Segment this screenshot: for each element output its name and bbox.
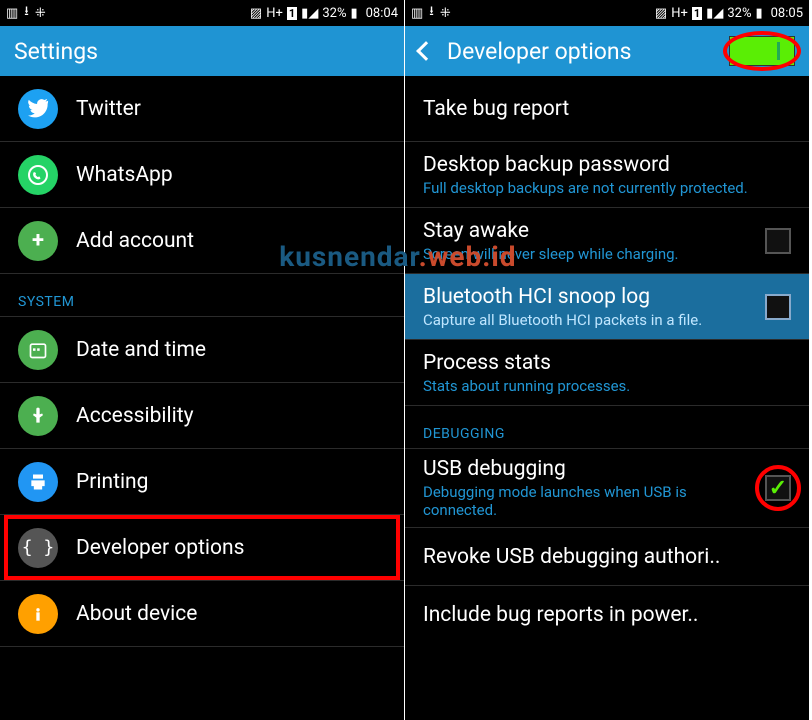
screenshot-icon: ▥	[6, 6, 18, 21]
back-icon[interactable]	[416, 41, 436, 61]
battery-pct: 32%	[322, 6, 346, 21]
data-icon: H+	[671, 6, 688, 21]
item-label: Printing	[76, 470, 346, 494]
item-title: Desktop backup password	[423, 153, 751, 177]
settings-item-about-device[interactable]: About device	[0, 581, 404, 647]
item-label: WhatsApp	[76, 163, 346, 187]
checkbox-usb-debugging[interactable]	[765, 475, 791, 501]
devoptions-list: Take bug report Desktop backup password …	[405, 76, 809, 644]
mute-icon: ▨	[655, 6, 667, 21]
item-label: Developer options	[76, 536, 346, 560]
bbm-icon: ⁜	[35, 6, 46, 21]
item-bluetooth-hci-snoop[interactable]: Bluetooth HCI snoop log Capture all Blue…	[405, 274, 809, 340]
settings-item-developer-options[interactable]: { } Developer options	[0, 515, 404, 581]
checkbox-bt-snoop[interactable]	[765, 294, 791, 320]
settings-list: Twitter WhatsApp + Add account SYSTEM Da…	[0, 76, 404, 647]
twitter-icon	[18, 89, 58, 129]
clock: 08:04	[366, 6, 398, 21]
battery-icon: ▮	[755, 6, 762, 21]
title-bar-devoptions: Developer options	[405, 26, 809, 76]
item-label: Date and time	[76, 338, 346, 362]
checkbox-stay-awake[interactable]	[765, 228, 791, 254]
settings-item-accessibility[interactable]: Accessibility	[0, 383, 404, 449]
item-include-bug-reports[interactable]: Include bug reports in power..	[405, 586, 809, 644]
section-header-debugging: DEBUGGING	[405, 406, 809, 449]
section-header-system: SYSTEM	[0, 274, 404, 317]
item-label: Add account	[76, 229, 346, 253]
settings-item-twitter[interactable]: Twitter	[0, 76, 404, 142]
data-icon: H+	[266, 6, 283, 21]
settings-item-date-time[interactable]: Date and time	[0, 317, 404, 383]
item-title: Bluetooth HCI snoop log	[423, 285, 751, 309]
phone-left-settings: ▥ ⭳ ⁜ ▨ H+ 1 ▮◢ 32% ▮ 08:04 Settings Twi…	[0, 0, 405, 720]
signal-icon: ▮◢	[706, 6, 723, 21]
title-bar-settings: Settings	[0, 26, 404, 76]
item-title: Revoke USB debugging authori..	[423, 545, 751, 569]
whatsapp-icon	[18, 155, 58, 195]
phone-right-devoptions: ▥ ⭳ ⁜ ▨ H+ 1 ▮◢ 32% ▮ 08:05 Developer op…	[405, 0, 810, 720]
sim-icon: 1	[692, 7, 702, 20]
screenshot-icon: ▥	[411, 6, 423, 21]
clock: 08:05	[771, 6, 803, 21]
sim-icon: 1	[287, 7, 297, 20]
item-label: Twitter	[76, 97, 346, 121]
battery-icon: ▮	[350, 6, 357, 21]
calendar-icon	[18, 330, 58, 370]
hand-icon	[18, 396, 58, 436]
item-title: Include bug reports in power..	[423, 603, 751, 627]
item-sub: Full desktop backups are not currently p…	[423, 179, 751, 197]
item-revoke-usb-auth[interactable]: Revoke USB debugging authori..	[405, 528, 809, 586]
printer-icon	[18, 462, 58, 502]
item-sub: Screen will never sleep while charging.	[423, 245, 751, 263]
item-title: Take bug report	[423, 97, 751, 121]
add-icon: +	[18, 221, 58, 261]
page-title: Settings	[14, 38, 98, 65]
status-bar: ▥ ⭳ ⁜ ▨ H+ 1 ▮◢ 32% ▮ 08:04	[0, 0, 404, 26]
info-icon	[18, 594, 58, 634]
item-title: Process stats	[423, 351, 751, 375]
signal-icon: ▮◢	[301, 6, 318, 21]
item-label: Accessibility	[76, 404, 346, 428]
bbm-icon: ⁜	[440, 6, 451, 21]
item-desktop-backup-password[interactable]: Desktop backup password Full desktop bac…	[405, 142, 809, 208]
settings-item-whatsapp[interactable]: WhatsApp	[0, 142, 404, 208]
status-bar: ▥ ⭳ ⁜ ▨ H+ 1 ▮◢ 32% ▮ 08:05	[405, 0, 809, 26]
item-sub: Debugging mode launches when USB is conn…	[423, 483, 751, 519]
devoptions-master-toggle[interactable]	[729, 36, 795, 66]
item-take-bug-report[interactable]: Take bug report	[405, 76, 809, 142]
item-title: USB debugging	[423, 457, 751, 481]
item-usb-debugging[interactable]: USB debugging Debugging mode launches wh…	[405, 449, 809, 528]
downloads-icon: ⭳	[429, 2, 434, 24]
braces-icon: { }	[18, 528, 58, 568]
item-process-stats[interactable]: Process stats Stats about running proces…	[405, 340, 809, 406]
item-label: About device	[76, 602, 346, 626]
item-stay-awake[interactable]: Stay awake Screen will never sleep while…	[405, 208, 809, 274]
item-title: Stay awake	[423, 219, 751, 243]
battery-pct: 32%	[727, 6, 751, 21]
settings-item-printing[interactable]: Printing	[0, 449, 404, 515]
item-sub: Stats about running processes.	[423, 377, 751, 395]
mute-icon: ▨	[250, 6, 262, 21]
downloads-icon: ⭳	[24, 2, 29, 24]
page-title: Developer options	[447, 38, 632, 65]
item-sub: Capture all Bluetooth HCI packets in a f…	[423, 311, 751, 329]
settings-item-add-account[interactable]: + Add account	[0, 208, 404, 274]
